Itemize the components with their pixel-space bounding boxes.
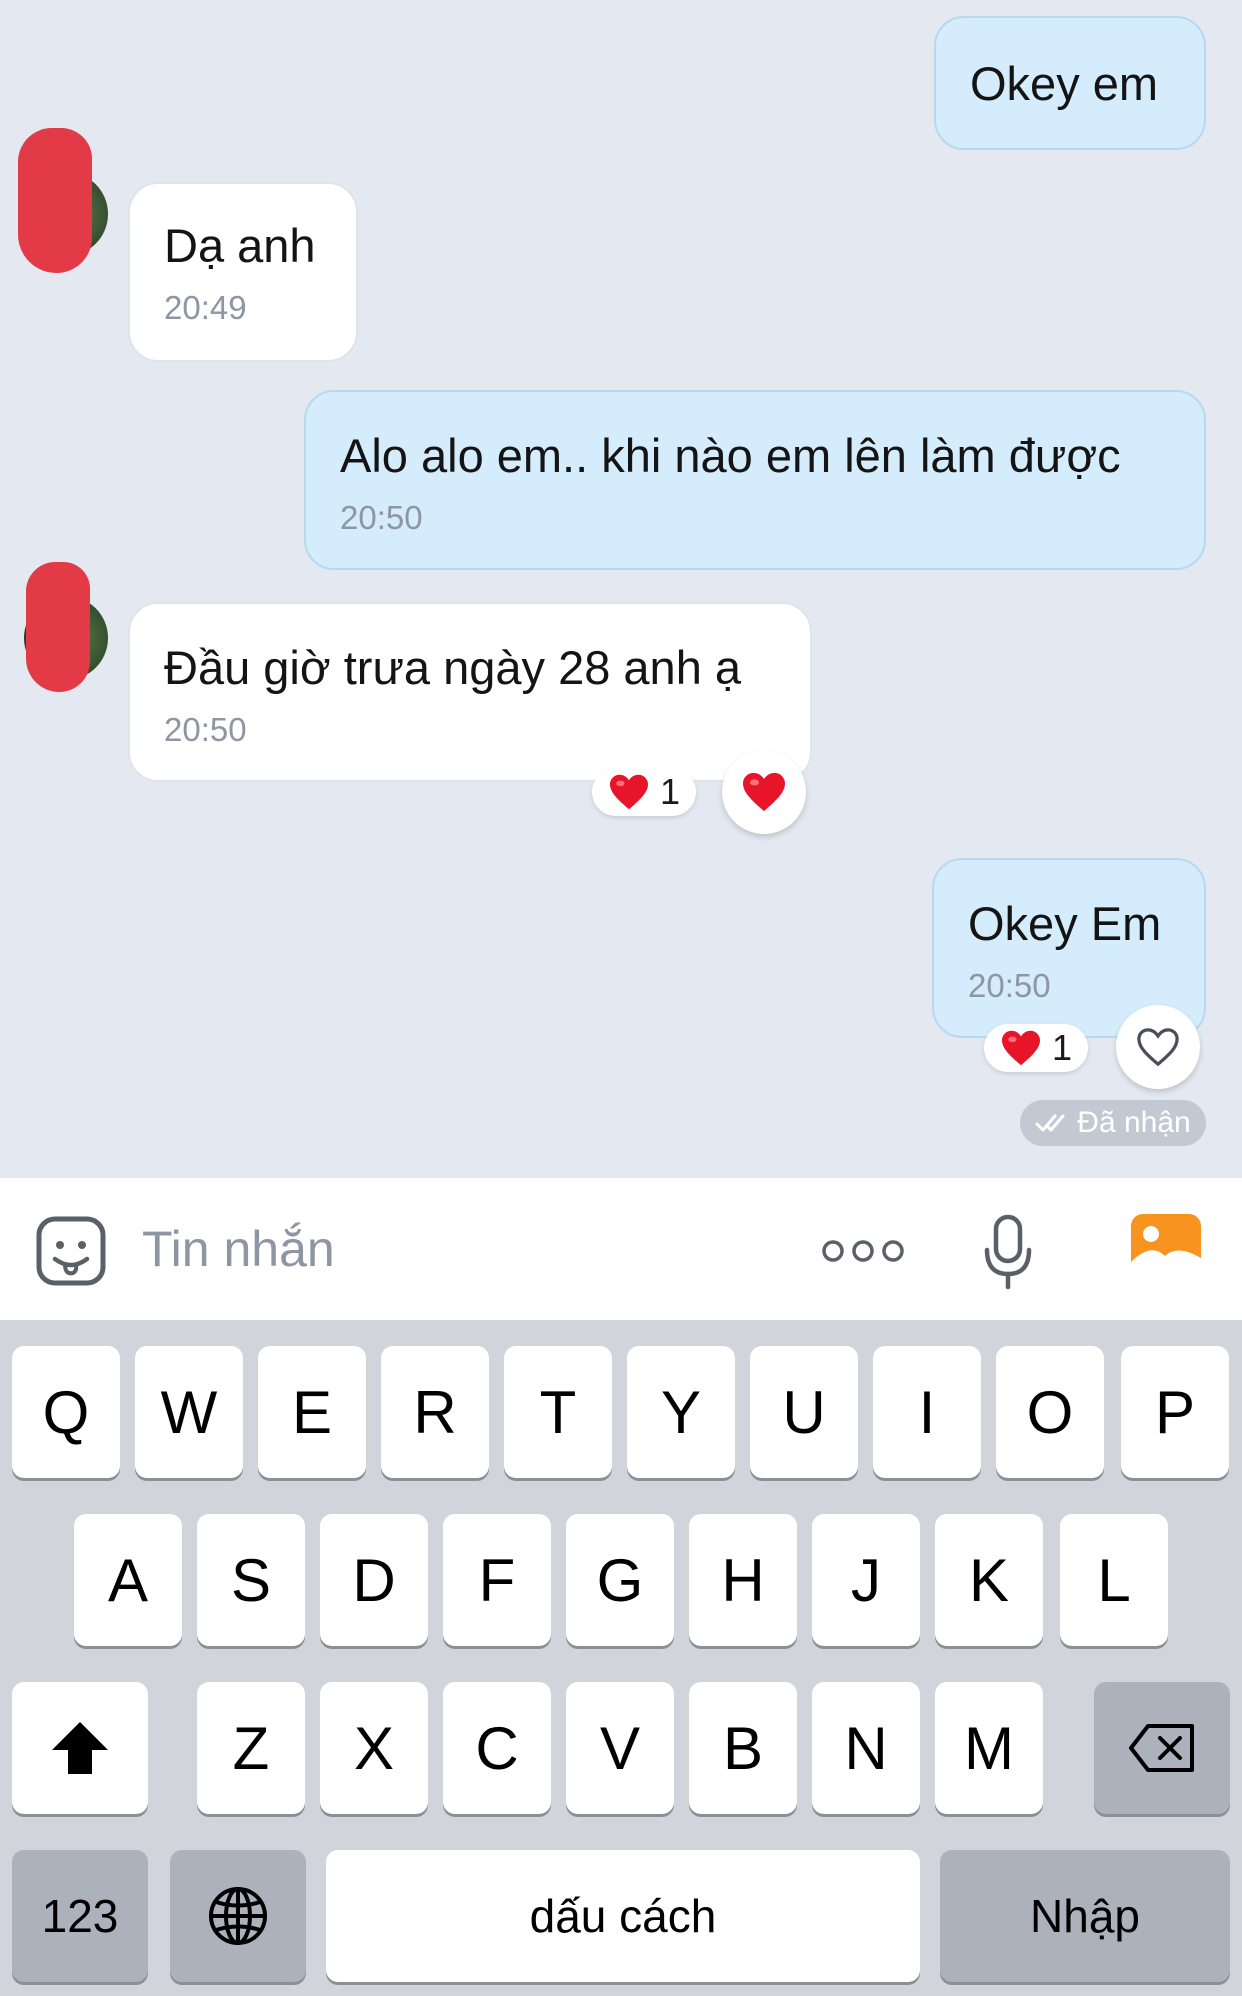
sticker-icon[interactable] — [34, 1214, 108, 1288]
globe-key[interactable] — [170, 1850, 306, 1982]
message-bubble-incoming[interactable]: Dạ anh 20:49 — [128, 182, 358, 362]
message-input-bar: Tin nhắn — [0, 1178, 1242, 1320]
more-options-icon[interactable] — [820, 1228, 906, 1274]
delivery-status-badge: Đã nhận — [1020, 1100, 1206, 1146]
reaction-count: 1 — [1051, 1027, 1073, 1068]
message-input-placeholder: Tin nhắn — [142, 1221, 335, 1277]
message-bubble-outgoing[interactable]: Alo alo em.. khi nào em lên làm được 20:… — [304, 390, 1206, 570]
key-q[interactable]: Q — [12, 1346, 120, 1478]
key-e[interactable]: E — [258, 1346, 366, 1478]
key-j[interactable]: J — [812, 1514, 920, 1646]
react-button[interactable] — [1116, 1005, 1200, 1089]
reaction-summary[interactable]: 1 — [984, 1024, 1088, 1072]
key-r[interactable]: R — [381, 1346, 489, 1478]
key-b[interactable]: B — [689, 1682, 797, 1814]
key-k[interactable]: K — [935, 1514, 1043, 1646]
on-screen-keyboard: Q W E R T Y U I O P A S D F G H J K L Z … — [0, 1320, 1242, 1996]
key-l[interactable]: L — [1060, 1514, 1168, 1646]
key-v[interactable]: V — [566, 1682, 674, 1814]
message-text: Dạ anh — [164, 219, 316, 272]
key-x[interactable]: X — [320, 1682, 428, 1814]
message-bubble-outgoing[interactable]: Okey em — [934, 16, 1206, 150]
double-check-icon — [1035, 1114, 1065, 1132]
key-c[interactable]: C — [443, 1682, 551, 1814]
message-bubble-incoming[interactable]: Đầu giờ trưa ngày 28 anh ạ 20:50 — [128, 602, 812, 782]
return-key[interactable]: Nhập — [940, 1850, 1230, 1982]
reaction-summary[interactable]: 1 — [592, 768, 696, 816]
message-text: Okey em — [970, 56, 1159, 110]
key-u[interactable]: U — [750, 1346, 858, 1478]
heart-icon — [743, 772, 785, 812]
key-p[interactable]: P — [1121, 1346, 1229, 1478]
reaction-count: 1 — [659, 771, 681, 812]
microphone-icon[interactable] — [980, 1212, 1036, 1292]
message-text: Okey Em — [968, 897, 1162, 950]
key-g[interactable]: G — [566, 1514, 674, 1646]
globe-icon — [209, 1887, 267, 1945]
key-h[interactable]: H — [689, 1514, 797, 1646]
key-y[interactable]: Y — [627, 1346, 735, 1478]
redaction-mark — [26, 562, 90, 692]
numbers-key[interactable]: 123 — [12, 1850, 148, 1982]
backspace-key[interactable] — [1094, 1682, 1230, 1814]
key-f[interactable]: F — [443, 1514, 551, 1646]
key-t[interactable]: T — [504, 1346, 612, 1478]
message-text: Alo alo em.. khi nào em lên làm được — [340, 429, 1121, 482]
heart-icon — [609, 774, 648, 810]
space-key[interactable]: dấu cách — [326, 1850, 920, 1982]
react-button[interactable] — [722, 750, 806, 834]
key-z[interactable]: Z — [197, 1682, 305, 1814]
redaction-mark — [18, 128, 92, 273]
key-s[interactable]: S — [197, 1514, 305, 1646]
shift-key[interactable] — [12, 1682, 148, 1814]
backspace-icon — [1129, 1724, 1194, 1772]
key-w[interactable]: W — [135, 1346, 243, 1478]
delivery-status-text: Đã nhận — [1077, 1106, 1191, 1139]
message-time: 20:50 — [340, 499, 423, 536]
message-input[interactable]: Tin nhắn — [142, 1220, 335, 1278]
message-time: 20:50 — [164, 711, 247, 748]
key-d[interactable]: D — [320, 1514, 428, 1646]
heart-outline-icon — [1137, 1028, 1179, 1067]
key-a[interactable]: A — [74, 1514, 182, 1646]
shift-arrow-icon — [52, 1722, 108, 1774]
message-text: Đầu giờ trưa ngày 28 anh ạ — [164, 641, 742, 694]
message-time: 20:50 — [968, 967, 1051, 1004]
key-n[interactable]: N — [812, 1682, 920, 1814]
photo-icon[interactable] — [1128, 1210, 1204, 1284]
chat-thread[interactable]: Okey em Dạ anh 20:49 Alo alo em.. khi nà… — [0, 0, 1242, 1178]
key-i[interactable]: I — [873, 1346, 981, 1478]
heart-icon — [1001, 1030, 1040, 1066]
key-m[interactable]: M — [935, 1682, 1043, 1814]
key-o[interactable]: O — [996, 1346, 1104, 1478]
message-time: 20:49 — [164, 289, 247, 326]
